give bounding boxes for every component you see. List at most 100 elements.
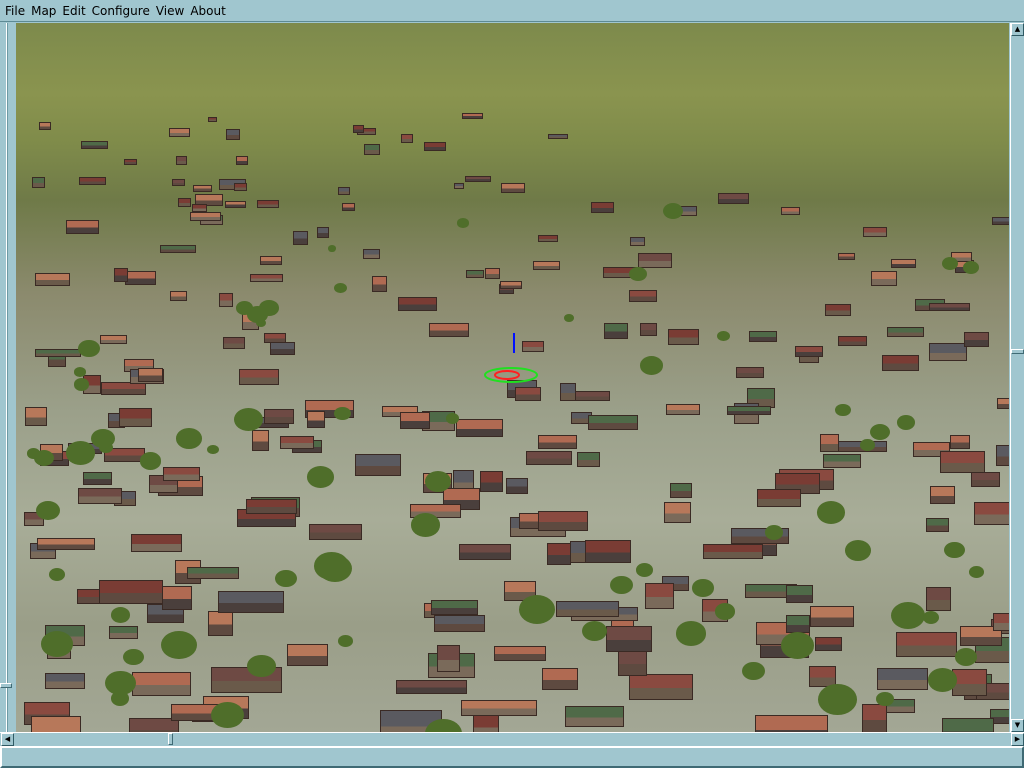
tree <box>161 630 197 659</box>
building <box>224 201 247 209</box>
tree <box>33 449 54 466</box>
tree <box>275 570 297 588</box>
menu-configure[interactable]: Configure <box>92 4 150 18</box>
building <box>785 615 810 633</box>
building <box>193 184 213 193</box>
tree <box>235 301 253 315</box>
object-marker <box>484 333 538 383</box>
building <box>559 383 577 401</box>
building <box>308 524 362 540</box>
building <box>929 343 968 362</box>
menu-file[interactable]: File <box>5 4 25 18</box>
building <box>160 245 197 253</box>
horizontal-scrollbar[interactable]: ◀ ▶ <box>0 732 1024 746</box>
tree <box>78 339 100 357</box>
building <box>637 253 673 269</box>
building <box>162 467 200 481</box>
building <box>175 156 188 166</box>
building <box>246 498 297 515</box>
tree <box>176 428 202 449</box>
tree <box>49 567 66 581</box>
building <box>963 332 990 348</box>
building <box>170 291 188 302</box>
tree <box>104 670 136 696</box>
tree <box>519 595 556 625</box>
building <box>735 366 765 378</box>
building <box>172 178 185 186</box>
building <box>822 453 862 468</box>
tree <box>891 602 925 630</box>
menu-view[interactable]: View <box>156 4 184 18</box>
horizontal-scroll-thumb[interactable] <box>168 733 173 745</box>
building <box>585 539 631 564</box>
building <box>664 501 691 523</box>
building <box>189 212 221 222</box>
tree <box>922 610 940 624</box>
building <box>537 434 578 449</box>
building <box>640 323 657 336</box>
building <box>748 330 777 342</box>
vertical-scroll-thumb[interactable] <box>1011 349 1024 354</box>
building <box>971 471 1000 487</box>
vertical-scrollbar[interactable]: ▲ ▼ <box>1010 23 1024 732</box>
building <box>119 408 152 427</box>
building <box>238 368 280 385</box>
menu-bar: File Map Edit Configure View About <box>0 0 1024 22</box>
building <box>234 183 247 191</box>
building <box>546 542 571 566</box>
building <box>162 586 192 611</box>
tree <box>233 407 263 432</box>
splitter-handle[interactable] <box>0 683 12 688</box>
scroll-down-icon[interactable]: ▼ <box>1011 719 1024 732</box>
menu-edit[interactable]: Edit <box>62 4 85 18</box>
building <box>629 674 693 700</box>
building <box>223 336 246 350</box>
tree <box>869 423 890 441</box>
building <box>499 281 522 290</box>
building <box>466 270 484 279</box>
building <box>781 206 800 216</box>
tree <box>818 684 857 716</box>
building <box>702 543 764 560</box>
splitter-line <box>6 23 8 732</box>
building <box>138 367 163 382</box>
status-bar <box>0 746 1024 768</box>
building <box>630 237 645 247</box>
building <box>505 478 529 495</box>
scroll-right-icon[interactable]: ▶ <box>1011 733 1024 746</box>
building <box>252 429 270 452</box>
building <box>485 267 501 280</box>
building <box>887 326 924 338</box>
building <box>177 197 191 208</box>
building <box>871 271 897 286</box>
building <box>754 715 829 732</box>
menu-about[interactable]: About <box>190 4 225 18</box>
building <box>259 256 282 266</box>
building <box>556 600 619 617</box>
building <box>168 127 191 137</box>
3d-map-viewport[interactable] <box>16 23 1009 732</box>
menu-map[interactable]: Map <box>31 4 56 18</box>
tree <box>692 579 714 597</box>
building <box>400 412 430 429</box>
tree <box>259 300 279 316</box>
building <box>617 650 648 676</box>
scroll-up-icon[interactable]: ▲ <box>1011 23 1024 36</box>
building <box>98 580 164 605</box>
building <box>34 348 81 358</box>
building <box>538 235 558 242</box>
building <box>352 124 364 133</box>
building <box>207 117 217 123</box>
building <box>876 667 928 690</box>
building <box>926 586 952 611</box>
building <box>78 177 106 185</box>
building <box>727 405 771 416</box>
tree <box>780 632 814 659</box>
tree <box>816 501 845 524</box>
building <box>940 450 986 473</box>
tree <box>306 466 334 488</box>
building <box>208 611 234 636</box>
building <box>430 600 479 616</box>
scroll-left-icon[interactable]: ◀ <box>1 733 14 746</box>
building <box>217 590 284 613</box>
